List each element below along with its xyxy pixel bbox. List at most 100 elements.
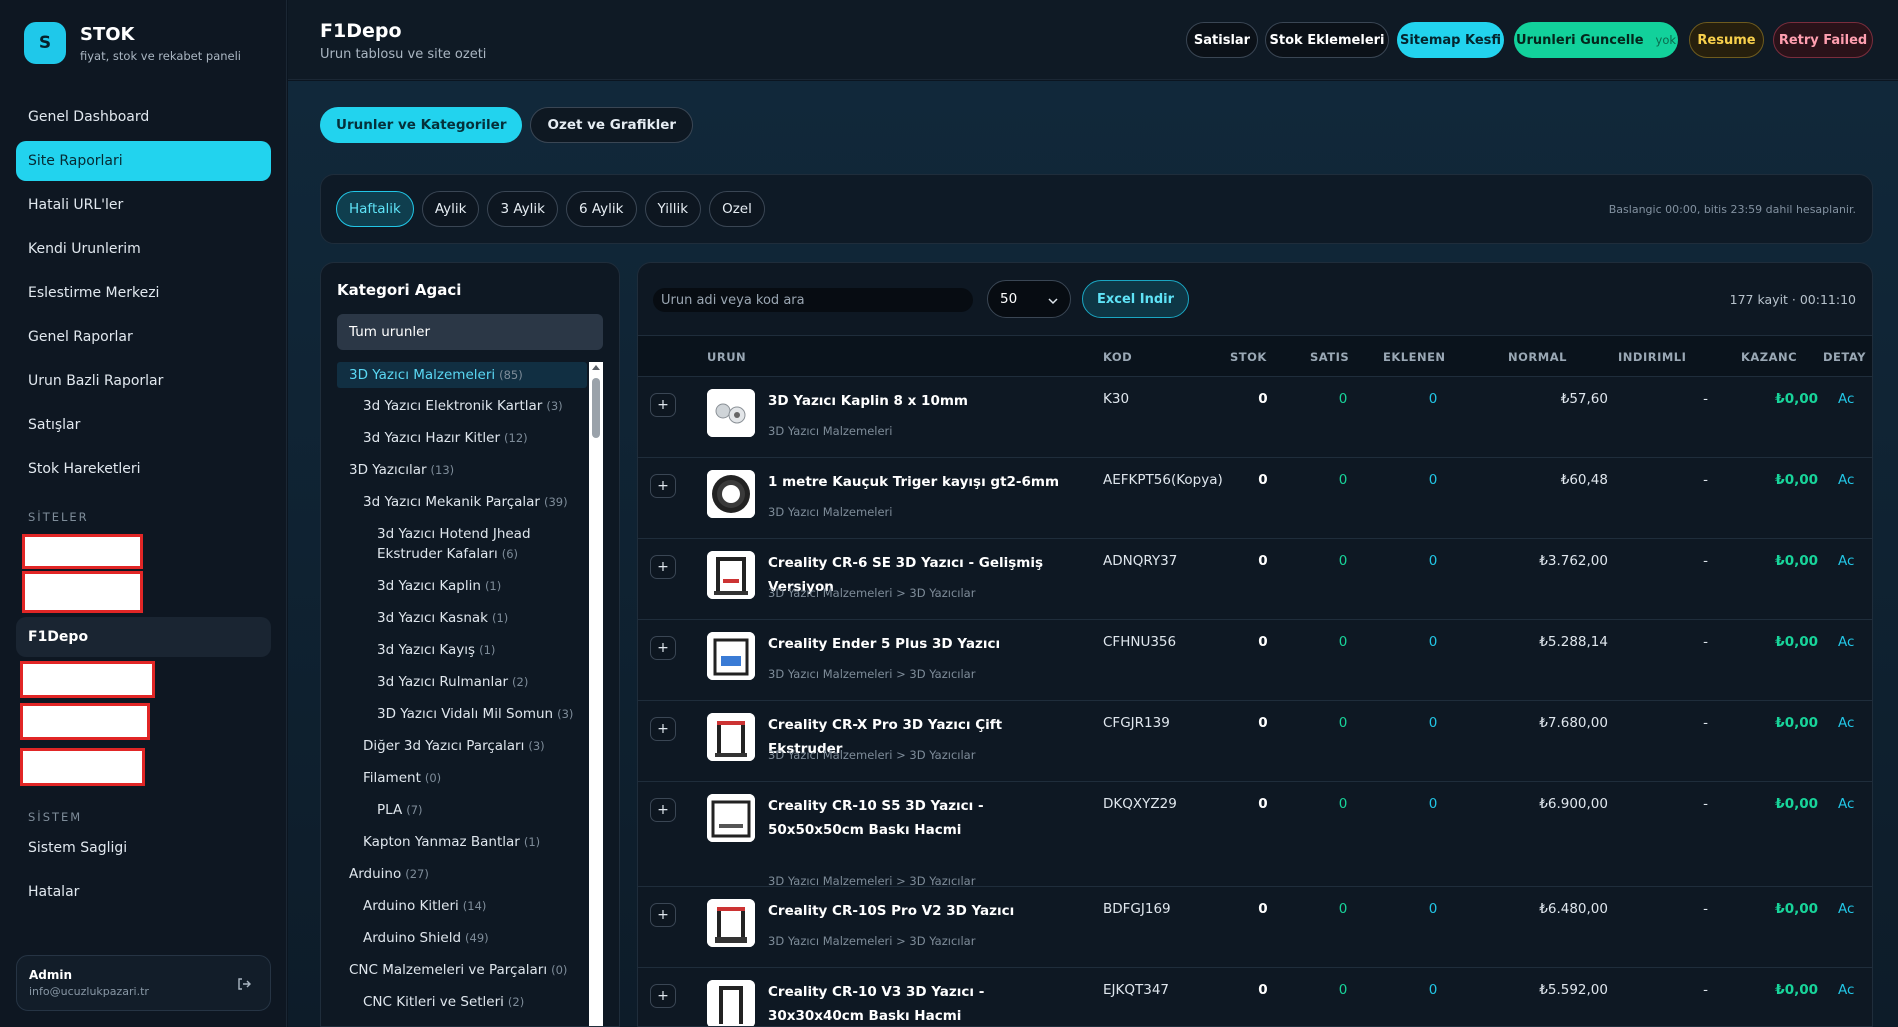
category-item[interactable]: 3d Yazıcı Kaplin (1)	[337, 573, 587, 599]
col-normal[interactable]: NORMAL	[1508, 350, 1567, 364]
product-name[interactable]: Creality CR-10 V3 3D Yazıcı - 30x30x40cm…	[768, 980, 1068, 1026]
col-urun[interactable]: URUN	[707, 350, 746, 364]
product-detay-link[interactable]: Ac	[1838, 901, 1854, 917]
category-item[interactable]: 3D Yazıcı Vidalı Mil Somun (3)	[337, 701, 587, 727]
product-eklenen: 0	[1428, 796, 1438, 812]
nav-site-raporlari[interactable]: Site Raporlari	[16, 141, 271, 181]
stok-eklemeleri-button[interactable]: Stok Eklemeleri	[1265, 22, 1389, 58]
category-item[interactable]: Diğer 3d Yazıcı Parçaları (3)	[337, 733, 587, 759]
expand-row-button[interactable]: +	[650, 903, 676, 927]
product-detay-link[interactable]: Ac	[1838, 796, 1854, 812]
category-item[interactable]: 3d Yazıcı Elektronik Kartlar (3)	[337, 393, 587, 419]
product-detay-link[interactable]: Ac	[1838, 634, 1854, 650]
period-haftalik[interactable]: Haftalik	[336, 191, 414, 227]
period-ozel[interactable]: Ozel	[709, 191, 765, 227]
col-indirimli[interactable]: INDIRIMLI	[1618, 350, 1686, 364]
category-item[interactable]: CNC Kitleri ve Setleri (2)	[337, 989, 587, 1015]
product-name[interactable]: 1 metre Kauçuk Triger kayışı gt2-6mm	[768, 470, 1068, 494]
period-6-aylik[interactable]: 6 Aylik	[565, 191, 637, 227]
category-item[interactable]: 3d Yazıcı Hotend Jhead Ekstruder Kafalar…	[337, 521, 587, 567]
nav-kendi-urunlerim[interactable]: Kendi Urunlerim	[16, 229, 271, 269]
retry-failed-button[interactable]: Retry Failed	[1773, 22, 1873, 58]
period-3-aylik[interactable]: 3 Aylik	[487, 191, 558, 227]
table-row[interactable]: + Creality CR-6 SE 3D Yazıcı - Gelişmiş V…	[638, 539, 1872, 620]
table-row[interactable]: +3D Yazıcı Kaplin 8 x 10mm 3D Yazıcı Malz…	[638, 377, 1872, 458]
category-item[interactable]: Arduino Kitleri (14)	[337, 893, 587, 919]
nav-hatalar[interactable]: Hatalar	[28, 884, 79, 900]
tab-ozet-ve-grafikler[interactable]: Ozet ve Grafikler	[530, 107, 694, 143]
category-item[interactable]: Arduino (27)	[337, 861, 587, 887]
redacted-site-1[interactable]	[22, 534, 143, 569]
satislar-button[interactable]: Satislar	[1186, 22, 1258, 58]
category-item[interactable]: PLA (7)	[337, 797, 587, 823]
col-kod[interactable]: KOD	[1103, 350, 1132, 364]
redacted-site-2[interactable]	[22, 571, 143, 613]
product-name[interactable]: 3D Yazıcı Kaplin 8 x 10mm	[768, 389, 1068, 413]
redacted-site-3[interactable]	[20, 661, 155, 698]
search-input[interactable]	[653, 288, 973, 312]
table-row[interactable]: + Creality CR-X Pro 3D Yazıcı Çift Ekstru…	[638, 701, 1872, 782]
tab-urunler-ve-kategoriler[interactable]: Urunler ve Kategoriler	[320, 107, 523, 143]
nav-genel-raporlar[interactable]: Genel Raporlar	[16, 317, 271, 357]
resume-button[interactable]: Resume	[1689, 22, 1764, 58]
category-item[interactable]: 3d Yazıcı Mekanik Parçalar (39)	[337, 489, 587, 515]
nav-urun-bazli-raporlar[interactable]: Urun Bazli Raporlar	[16, 361, 271, 401]
nav-genel-dashboard[interactable]: Genel Dashboard	[16, 97, 271, 137]
category-item[interactable]: 3D Yazıcı Malzemeleri (85)	[337, 362, 587, 388]
product-detay-link[interactable]: Ac	[1838, 472, 1854, 488]
nav-hatali-urller[interactable]: Hatali URL'ler	[16, 185, 271, 225]
category-item[interactable]: Arduino Shield (49)	[337, 925, 587, 951]
category-item[interactable]: Kapton Yanmaz Bantlar (1)	[337, 829, 587, 855]
product-category: 3D Yazıcı Malzemeleri > 3D Yazıcılar	[768, 934, 976, 948]
category-item[interactable]: 3d Yazıcı Kayış (1)	[337, 637, 587, 663]
urunleri-guncelle-button[interactable]: Urunleri Guncelle yok	[1514, 22, 1678, 58]
product-detay-link[interactable]: Ac	[1838, 715, 1854, 731]
site-item-f1depo[interactable]: F1Depo	[16, 617, 271, 657]
category-item[interactable]: 3D Yazıcılar (13)	[337, 457, 587, 483]
excel-download-button[interactable]: Excel Indir	[1082, 280, 1190, 318]
col-detay[interactable]: DETAY	[1823, 350, 1866, 364]
period-aylik[interactable]: Aylik	[421, 191, 480, 227]
redacted-site-5[interactable]	[20, 748, 145, 786]
category-scrollbar[interactable]	[589, 362, 603, 1026]
category-item[interactable]: 3d Yazıcı Rulmanlar (2)	[337, 669, 587, 695]
scrollbar-thumb[interactable]	[592, 378, 600, 438]
table-row[interactable]: +1 metre Kauçuk Triger kayışı gt2-6mm 3D …	[638, 458, 1872, 539]
period-yillik[interactable]: Yillik	[644, 191, 702, 227]
col-stok[interactable]: STOK	[1230, 350, 1267, 364]
category-item[interactable]: CNC Malzemeleri ve Parçaları (0)	[337, 957, 587, 983]
expand-row-button[interactable]: +	[650, 393, 676, 417]
col-kazanc[interactable]: KAZANC	[1741, 350, 1797, 364]
category-item[interactable]: 3d Yazıcı Hazır Kitler (12)	[337, 425, 587, 451]
nav-satislar[interactable]: Satışlar	[16, 405, 271, 445]
nav-eslestirme-merkezi[interactable]: Eslestirme Merkezi	[16, 273, 271, 313]
expand-row-button[interactable]: +	[650, 474, 676, 498]
category-item[interactable]: 3d Yazıcı Kasnak (1)	[337, 605, 587, 631]
category-item[interactable]: Filament (0)	[337, 765, 587, 791]
nav-stok-hareketleri[interactable]: Stok Hareketleri	[16, 449, 271, 489]
product-name[interactable]: Creality CR-10S Pro V2 3D Yazıcı	[768, 899, 1068, 923]
category-item-count: (39)	[543, 495, 568, 509]
col-eklenen[interactable]: EKLENEN	[1383, 350, 1446, 364]
table-row[interactable]: + Creality CR-10S Pro V2 3D Yazıcı 3D Yazı…	[638, 887, 1872, 968]
nav-sistem-sagligi[interactable]: Sistem Sagligi	[28, 840, 127, 856]
expand-row-button[interactable]: +	[650, 798, 676, 822]
all-products-button[interactable]: Tum urunler	[337, 314, 603, 350]
sitemap-kesfi-button[interactable]: Sitemap Kesfi	[1397, 22, 1504, 58]
redacted-site-4[interactable]	[20, 703, 150, 740]
expand-row-button[interactable]: +	[650, 717, 676, 741]
expand-row-button[interactable]: +	[650, 984, 676, 1008]
product-detay-link[interactable]: Ac	[1838, 982, 1854, 998]
product-name[interactable]: Creality CR-10 S5 3D Yazıcı - 50x50x50cm…	[768, 794, 1068, 842]
logout-icon[interactable]	[236, 976, 252, 996]
expand-row-button[interactable]: +	[650, 636, 676, 660]
col-satis[interactable]: SATIS	[1310, 350, 1349, 364]
product-detay-link[interactable]: Ac	[1838, 391, 1854, 407]
product-detay-link[interactable]: Ac	[1838, 553, 1854, 569]
table-row[interactable]: + Creality Ender 5 Plus 3D Yazıcı 3D Yazıc…	[638, 620, 1872, 701]
product-name[interactable]: Creality Ender 5 Plus 3D Yazıcı	[768, 632, 1068, 656]
expand-row-button[interactable]: +	[650, 555, 676, 579]
table-row[interactable]: + Creality CR-10 V3 3D Yazıcı - 30x30x40c…	[638, 968, 1872, 1026]
page-size-select[interactable]: 50	[987, 280, 1071, 318]
table-row[interactable]: + Creality CR-10 S5 3D Yazıcı - 50x50x50c…	[638, 782, 1872, 888]
